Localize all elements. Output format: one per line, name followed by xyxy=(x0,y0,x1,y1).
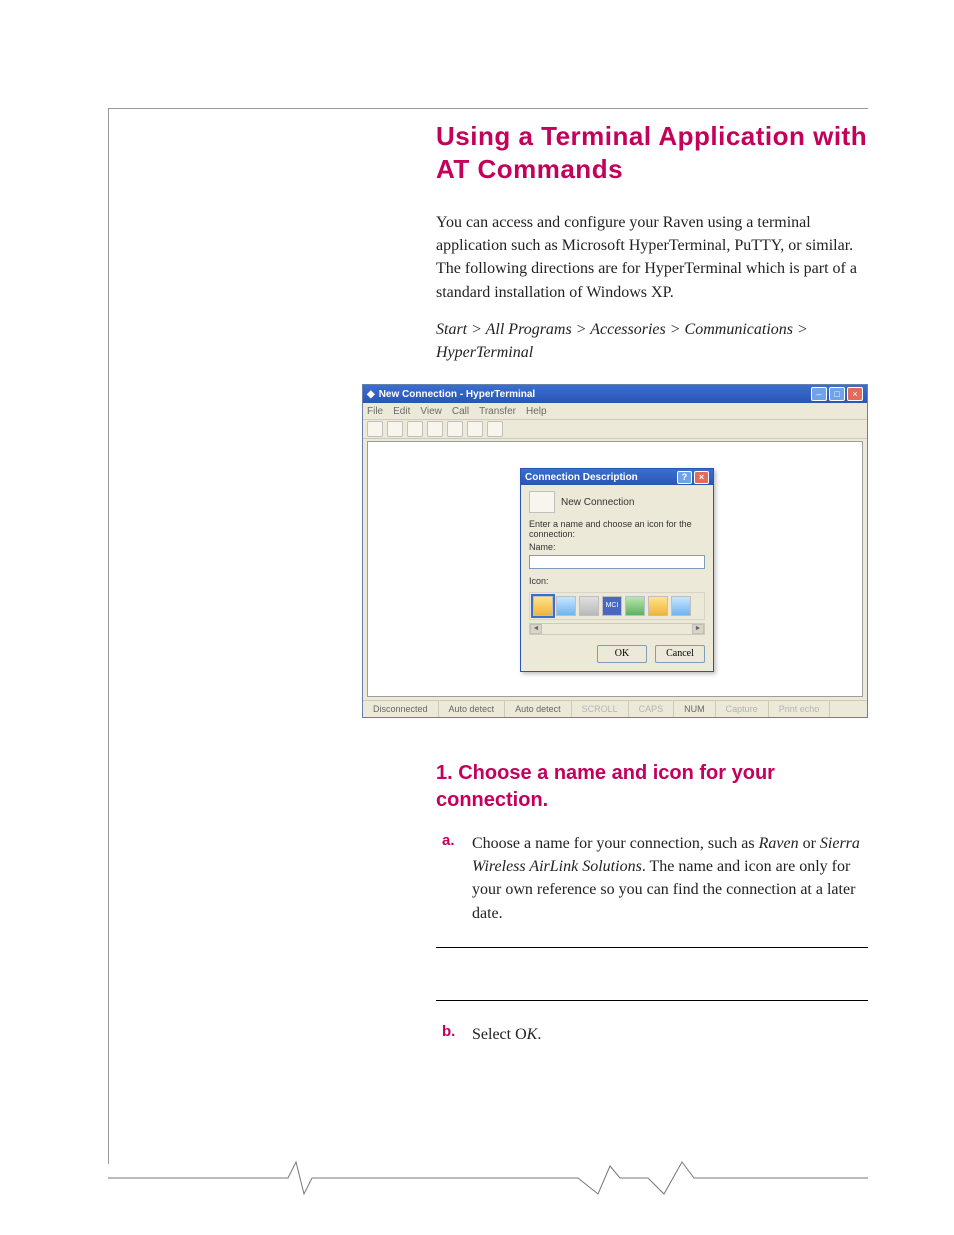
menu-help[interactable]: Help xyxy=(526,406,547,417)
connection-icon xyxy=(529,491,555,513)
icon-label: Icon: xyxy=(529,576,705,586)
document-page: Using a Terminal Application with AT Com… xyxy=(0,0,954,1235)
icon-choice-2[interactable] xyxy=(556,596,576,616)
status-connection: Disconnected xyxy=(363,701,439,717)
minimize-button[interactable]: – xyxy=(811,387,827,401)
status-detect-2: Auto detect xyxy=(505,701,572,717)
icon-choice-5[interactable] xyxy=(625,596,645,616)
rule-1 xyxy=(436,947,868,948)
hyperterminal-window: ◆ New Connection - HyperTerminal – □ × F… xyxy=(362,384,868,718)
toolbar-open-icon[interactable] xyxy=(387,421,403,437)
menu-bar: File Edit View Call Transfer Help xyxy=(363,403,867,420)
margin-rule-vertical xyxy=(108,108,109,1164)
page-title: Using a Terminal Application with AT Com… xyxy=(436,120,868,185)
connection-description-dialog: Connection Description ? × New Connectio… xyxy=(520,468,714,672)
step-a-text: Choose a name for your connection, such … xyxy=(472,832,868,925)
app-icon: ◆ xyxy=(367,389,375,400)
step-a-label: a. xyxy=(442,832,455,849)
icon-choice-1[interactable] xyxy=(533,596,553,616)
icon-choice-6[interactable] xyxy=(648,596,668,616)
window-titlebar: ◆ New Connection - HyperTerminal – □ × xyxy=(363,385,867,403)
step-a: a. Choose a name for your connection, su… xyxy=(472,832,868,925)
figure-hyperterminal: ◆ New Connection - HyperTerminal – □ × F… xyxy=(362,384,868,718)
maximize-button[interactable]: □ xyxy=(829,387,845,401)
dialog-title: Connection Description xyxy=(525,472,638,483)
dialog-help-button[interactable]: ? xyxy=(677,471,692,484)
close-button[interactable]: × xyxy=(847,387,863,401)
menu-file[interactable]: File xyxy=(367,406,383,417)
menu-view[interactable]: View xyxy=(420,406,442,417)
terminal-body: Connection Description ? × New Connectio… xyxy=(367,441,863,697)
icon-choice-4[interactable]: MCI xyxy=(602,596,622,616)
ok-button[interactable]: OK xyxy=(597,645,647,663)
step-b: b. Select OK. xyxy=(472,1023,868,1046)
step-b-text: Select OK. xyxy=(472,1023,868,1046)
icon-choice-7[interactable] xyxy=(671,596,691,616)
menu-transfer[interactable]: Transfer xyxy=(479,406,516,417)
icon-picker: MCI xyxy=(529,592,705,620)
rule-2 xyxy=(436,1000,868,1001)
separator-rules xyxy=(436,947,868,1001)
cancel-button[interactable]: Cancel xyxy=(655,645,705,663)
window-title: New Connection - HyperTerminal xyxy=(379,389,536,400)
toolbar-send-icon[interactable] xyxy=(447,421,463,437)
scroll-left-icon[interactable]: ◄ xyxy=(530,624,542,634)
status-num: NUM xyxy=(674,701,716,717)
section-choose-name: 1. Choose a name and icon for your conne… xyxy=(436,760,868,1064)
status-caps: CAPS xyxy=(629,701,675,717)
scroll-right-icon[interactable]: ► xyxy=(692,624,704,634)
dialog-prompt: Enter a name and choose an icon for the … xyxy=(529,519,705,539)
menu-path: Start > All Programs > Accessories > Com… xyxy=(436,318,868,364)
main-column: Using a Terminal Application with AT Com… xyxy=(436,120,868,382)
menu-edit[interactable]: Edit xyxy=(393,406,410,417)
toolbar xyxy=(363,420,867,439)
toolbar-receive-icon[interactable] xyxy=(467,421,483,437)
footer-ecg-decoration xyxy=(108,1160,868,1196)
margin-rule-horizontal xyxy=(108,108,868,109)
toolbar-new-icon[interactable] xyxy=(367,421,383,437)
dialog-close-button[interactable]: × xyxy=(694,471,709,484)
status-scroll: SCROLL xyxy=(572,701,629,717)
toolbar-connect-icon[interactable] xyxy=(407,421,423,437)
name-input[interactable] xyxy=(529,555,705,569)
dialog-titlebar: Connection Description ? × xyxy=(521,469,713,485)
toolbar-disconnect-icon[interactable] xyxy=(427,421,443,437)
step-b-label: b. xyxy=(442,1023,455,1040)
status-capture: Capture xyxy=(716,701,769,717)
section-title: 1. Choose a name and icon for your conne… xyxy=(436,760,868,814)
status-echo: Print echo xyxy=(769,701,831,717)
menu-call[interactable]: Call xyxy=(452,406,469,417)
intro-paragraph: You can access and configure your Raven … xyxy=(436,211,868,304)
name-label: Name: xyxy=(529,542,705,552)
status-detect-1: Auto detect xyxy=(439,701,506,717)
dialog-subtitle: New Connection xyxy=(561,497,634,508)
icon-choice-3[interactable] xyxy=(579,596,599,616)
status-bar: Disconnected Auto detect Auto detect SCR… xyxy=(363,700,867,717)
toolbar-properties-icon[interactable] xyxy=(487,421,503,437)
icon-scrollbar[interactable]: ◄ ► xyxy=(529,623,705,635)
